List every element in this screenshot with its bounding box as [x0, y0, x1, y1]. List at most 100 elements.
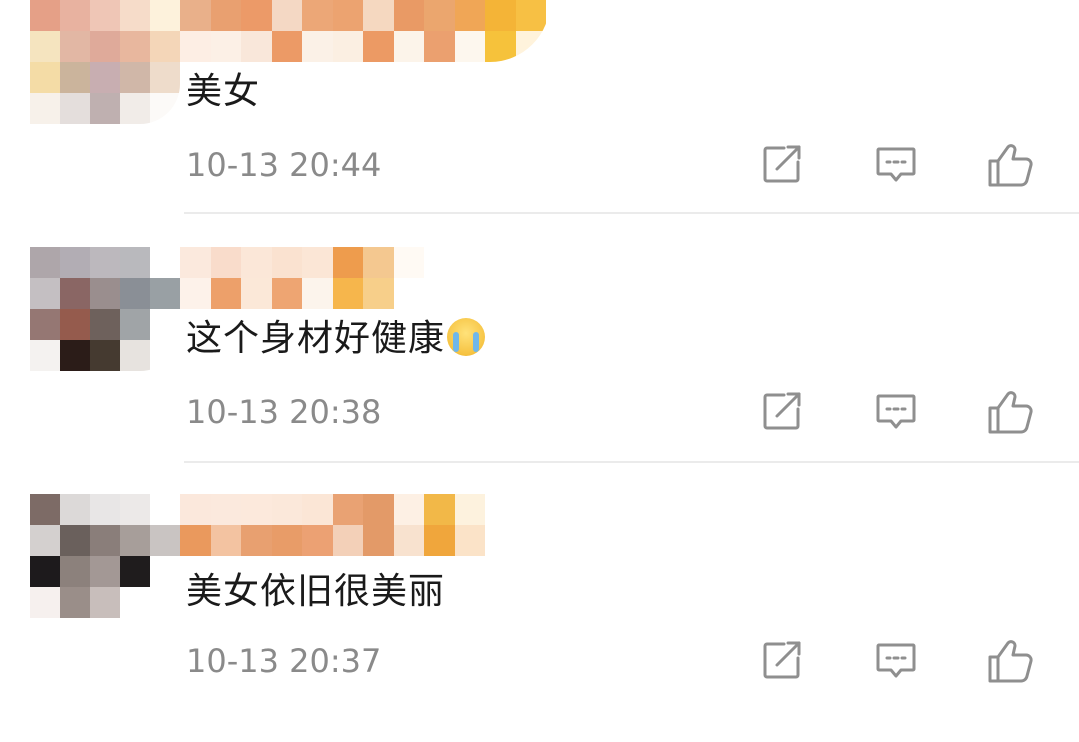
- avatar-pixel: [150, 93, 180, 124]
- name-pixel: [515, 278, 546, 309]
- name-pixel: [485, 278, 516, 309]
- name-pixel: [241, 525, 272, 556]
- avatar-pixel: [150, 278, 180, 309]
- comment-icon[interactable]: [874, 389, 918, 433]
- name-pixel: [393, 525, 424, 556]
- avatar-pixel: [120, 525, 150, 556]
- comment-icon[interactable]: [874, 638, 918, 682]
- avatar-pixel: [60, 525, 90, 556]
- name-pixel: [180, 247, 211, 278]
- user-avatar[interactable]: [30, 0, 180, 124]
- avatar-pixel: [90, 340, 120, 371]
- name-pixel: [424, 278, 455, 309]
- avatar-pixel: [120, 278, 150, 309]
- like-icon[interactable]: [986, 389, 1033, 434]
- avatar-pixel: [30, 247, 60, 278]
- avatar-pixel: [90, 494, 120, 525]
- avatar-pixel: [120, 309, 150, 340]
- name-pixel: [210, 247, 241, 278]
- name-pixel: [210, 31, 241, 62]
- comment-text: 美女依旧很美丽: [186, 571, 446, 612]
- name-pixel: [485, 247, 516, 278]
- avatar-pixel: [150, 0, 180, 31]
- user-avatar[interactable]: [30, 494, 180, 618]
- comment-time: 10-13 20:38: [186, 393, 382, 431]
- name-pixel: [302, 0, 333, 31]
- avatar-pixel: [60, 31, 90, 62]
- name-pixel: [271, 525, 302, 556]
- share-icon[interactable]: [760, 638, 804, 682]
- name-pixel: [332, 0, 363, 31]
- name-pixel: [271, 31, 302, 62]
- avatar-pixel: [60, 0, 90, 31]
- name-pixel: [424, 494, 455, 525]
- comment-text: 美女: [186, 71, 261, 112]
- name-pixel: [424, 31, 455, 62]
- avatar-pixel: [90, 587, 120, 618]
- username-pixelated[interactable]: [180, 0, 550, 62]
- name-pixel: [332, 278, 363, 309]
- avatar-pixel: [60, 93, 90, 124]
- avatar-pixel: [60, 309, 90, 340]
- comment-item: 美女依旧很美丽 10-13 20:37: [0, 494, 1079, 742]
- avatar-pixel: [60, 62, 90, 93]
- name-pixel: [271, 494, 302, 525]
- name-pixel: [363, 525, 394, 556]
- user-avatar[interactable]: [30, 247, 180, 371]
- name-pixel: [332, 525, 363, 556]
- share-icon[interactable]: [760, 142, 804, 186]
- name-pixel: [210, 278, 241, 309]
- name-pixel: [210, 525, 241, 556]
- name-pixel: [302, 525, 333, 556]
- name-pixel: [210, 0, 241, 31]
- avatar-pixel: [90, 556, 120, 587]
- comment-item: 这个身材好健康 10-13 20:38: [0, 247, 1079, 495]
- avatar-pixel: [30, 309, 60, 340]
- name-pixel: [241, 31, 272, 62]
- avatar-pixel: [30, 525, 60, 556]
- name-pixel: [485, 0, 516, 31]
- comment-icon[interactable]: [874, 142, 918, 186]
- like-icon[interactable]: [986, 142, 1033, 187]
- avatar-pixel: [150, 62, 180, 93]
- name-pixel: [302, 494, 333, 525]
- avatar-pixel: [90, 93, 120, 124]
- avatar-pixel: [90, 278, 120, 309]
- name-pixel: [332, 31, 363, 62]
- name-pixel: [424, 525, 455, 556]
- avatar-pixel: [60, 494, 90, 525]
- name-pixel: [515, 0, 546, 31]
- avatar-pixel: [90, 0, 120, 31]
- name-pixel: [180, 0, 211, 31]
- name-pixel: [454, 525, 485, 556]
- avatar-pixel: [150, 340, 180, 371]
- avatar-pixel: [30, 556, 60, 587]
- name-pixel: [302, 247, 333, 278]
- name-pixel: [363, 247, 394, 278]
- name-pixel: [393, 494, 424, 525]
- divider: [184, 461, 1079, 463]
- avatar-pixel: [120, 556, 150, 587]
- avatar-pixel: [150, 309, 180, 340]
- comment-text: 这个身材好健康: [186, 309, 486, 361]
- name-pixel: [454, 31, 485, 62]
- avatar-pixel: [120, 340, 150, 371]
- name-pixel: [393, 31, 424, 62]
- avatar-pixel: [30, 587, 60, 618]
- avatar-pixel: [150, 31, 180, 62]
- avatar-pixel: [120, 247, 150, 278]
- name-pixel: [424, 0, 455, 31]
- like-icon[interactable]: [986, 638, 1033, 683]
- share-icon[interactable]: [760, 389, 804, 433]
- name-pixel: [485, 31, 516, 62]
- avatar-pixel: [150, 587, 180, 618]
- avatar-pixel: [30, 93, 60, 124]
- avatar-pixel: [60, 556, 90, 587]
- name-pixel: [241, 494, 272, 525]
- username-pixelated[interactable]: [180, 247, 550, 309]
- avatar-pixel: [30, 31, 60, 62]
- username-pixelated[interactable]: [180, 494, 550, 556]
- comment-item: 美女 10-13 20:44: [0, 0, 1079, 248]
- crying-face-emoji: [447, 318, 486, 356]
- name-pixel: [180, 525, 211, 556]
